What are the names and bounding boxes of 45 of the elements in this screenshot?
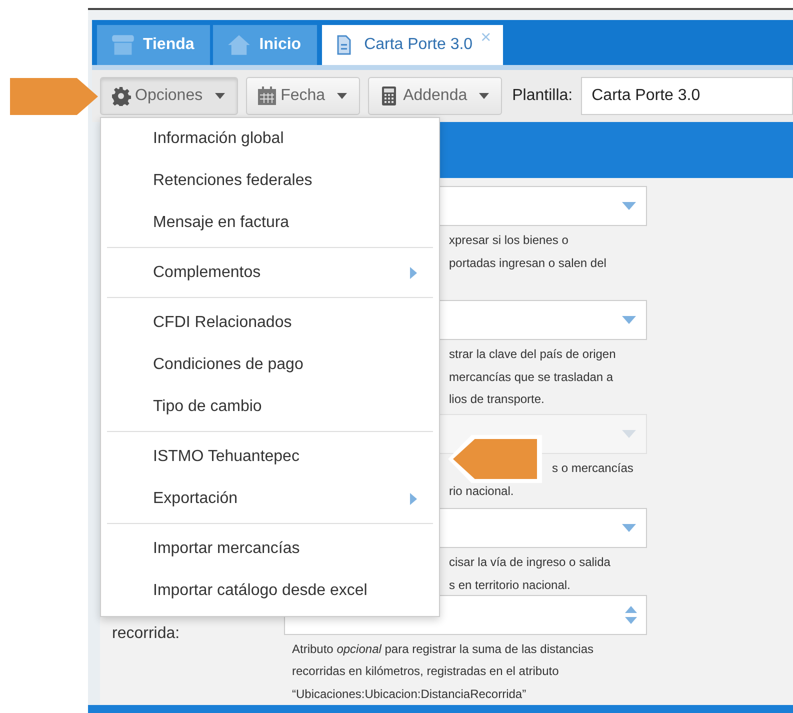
- template-field[interactable]: Carta Porte 3.0: [580, 77, 793, 115]
- menu-item[interactable]: Importar catálogo desde excel: [101, 570, 439, 612]
- hint-text: portadas ingresan o salen del: [449, 254, 608, 272]
- hint-text: “Ubicaciones:Ubicacion:DistanciaRecorrida”: [292, 686, 528, 702]
- menu-item[interactable]: Mensaje en factura: [101, 202, 439, 244]
- caret-icon: [622, 430, 636, 438]
- menu-item[interactable]: Información global: [101, 118, 439, 160]
- submenu-arrow-icon: [410, 267, 417, 279]
- menu-item[interactable]: Importar mercancías: [101, 528, 439, 570]
- document-icon: [336, 35, 352, 55]
- menu-item[interactable]: Exportación: [101, 478, 439, 520]
- menu-item[interactable]: Complementos: [101, 252, 439, 294]
- menu-item[interactable]: Condiciones de pago: [101, 344, 439, 386]
- hint-text: mercancías que se trasladan a: [449, 368, 614, 386]
- menu-item[interactable]: Tipo de cambio: [101, 386, 439, 428]
- hint-text: s o mercancías: [551, 460, 634, 477]
- gear-icon: [111, 86, 131, 106]
- hint-text: lios de transporte.: [449, 391, 546, 408]
- menu-item[interactable]: CFDI Relacionados: [101, 302, 439, 344]
- caret-icon: [214, 93, 225, 99]
- hint-text: cisar la vía de ingreso o salida: [449, 554, 612, 571]
- hint-text: recorridas en kilómetros, registradas en el atributo: [292, 663, 560, 680]
- store-icon: [111, 34, 135, 56]
- template-label: Plantilla:: [512, 87, 573, 105]
- dropdown-button[interactable]: Fecha: [246, 77, 360, 115]
- hint-text: Atributo opcional para registrar la suma de las distancias: [292, 640, 595, 658]
- calendar-icon: [256, 86, 277, 106]
- caret-icon: [622, 202, 636, 210]
- dropdown-button[interactable]: Opciones: [100, 77, 238, 115]
- menu-item[interactable]: ISTMO Tehuantepec: [101, 436, 439, 478]
- hint-text: rio nacional.: [449, 482, 515, 500]
- dropdown-button[interactable]: Addenda: [368, 77, 502, 115]
- tab[interactable]: Carta Porte 3.0 ×: [322, 25, 504, 65]
- hint-text: s en territorio nacional.: [449, 576, 572, 594]
- hint-text: strar la clave del país de origen: [449, 346, 617, 363]
- field-label: recorrida:: [112, 624, 180, 642]
- caret-icon: [622, 524, 636, 532]
- submenu-arrow-icon: [410, 493, 417, 505]
- caret-icon: [337, 93, 348, 99]
- caret-icon: [622, 316, 636, 324]
- spinner-arrows-icon: [624, 604, 638, 626]
- home-icon: [227, 34, 252, 56]
- caret-icon: [479, 93, 490, 99]
- menu-item[interactable]: Retenciones federales: [101, 160, 439, 202]
- hint-text: xpresar si los bienes o: [449, 232, 570, 249]
